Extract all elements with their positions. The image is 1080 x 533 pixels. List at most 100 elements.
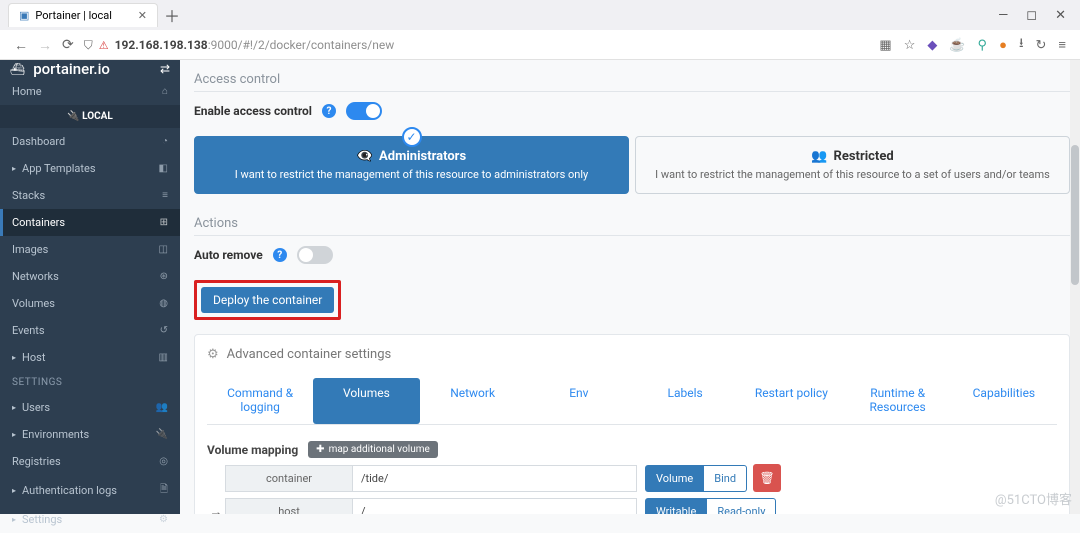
sidebar-item-environments[interactable]: ▸Environments🔌 — [0, 421, 180, 448]
mount-type-toggle: Volume Bind — [645, 465, 747, 492]
tab-volumes[interactable]: Volumes — [313, 378, 419, 424]
stack-icon: ≡ — [162, 190, 168, 201]
ext3-icon[interactable]: ⚲ — [978, 38, 988, 53]
tab-network[interactable]: Network — [420, 378, 526, 424]
gauge-icon: ◔ — [162, 136, 168, 147]
pill-readonly[interactable]: Read-only — [707, 498, 776, 514]
sidebar-item-volumes[interactable]: Volumes◍ — [0, 290, 180, 317]
reload-button[interactable]: ⟳ — [62, 37, 74, 53]
advanced-settings: ⚙ Advanced container settings Command & … — [194, 334, 1070, 514]
plug-icon: 🔌 — [67, 111, 79, 122]
tab-restart-policy[interactable]: Restart policy — [738, 378, 844, 424]
deploy-button[interactable]: Deploy the container — [201, 287, 334, 313]
network-icon: ⊛ — [160, 271, 168, 282]
qr-icon[interactable]: ▦ — [879, 38, 891, 53]
sidebar-item-auth-logs[interactable]: ▸Authentication logs🗎 — [0, 475, 180, 506]
back-button[interactable]: ← — [14, 37, 28, 54]
gear-icon: ⚙ — [159, 514, 168, 525]
url-bar[interactable]: ⛉ ⚠ 192.168.198.138:9000/#!/2/docker/con… — [84, 38, 870, 53]
sidebar-item-home[interactable]: Home⌂ — [0, 78, 180, 105]
sidebar-item-app-templates[interactable]: ▸App Templates◧ — [0, 155, 180, 182]
sidebar-item-host[interactable]: ▸Host▥ — [0, 344, 180, 371]
ext4-icon[interactable]: ● — [999, 37, 1007, 53]
close-icon[interactable]: ✕ — [138, 9, 147, 22]
history-icon[interactable]: ↻ — [1036, 38, 1047, 53]
sidebar-group-local[interactable]: 🔌 LOCAL — [0, 105, 180, 128]
browser-chrome: ▣ Portainer | local ✕ ＋ — ◻ ✕ ← → ⟳ ⛉ ⚠ … — [0, 0, 1080, 60]
mapping-row-host: → host Writable Read-only — [207, 498, 1057, 514]
ext1-icon[interactable]: ◆ — [927, 38, 937, 53]
sidebar-item-users[interactable]: ▸Users👥 — [0, 394, 180, 421]
host-icon: ▥ — [159, 352, 168, 363]
sidebar-item-dashboard[interactable]: Dashboard◔ — [0, 128, 180, 155]
auto-remove-label: Auto remove — [194, 248, 263, 262]
trash-icon: 🗑 — [759, 471, 774, 485]
sidebar-item-networks[interactable]: Networks⊛ — [0, 263, 180, 290]
sidebar-item-images[interactable]: Images◫ — [0, 236, 180, 263]
host-path-input[interactable] — [353, 498, 637, 514]
enable-access-label: Enable access control — [194, 104, 312, 118]
volume-mapping-label: Volume mapping — [207, 443, 298, 457]
download-icon[interactable]: ⭳ — [1019, 34, 1024, 56]
menu-icon[interactable]: ≡ — [1058, 37, 1066, 53]
template-icon: ◧ — [159, 163, 168, 174]
eye-slash-icon: 👁‍🗨 — [357, 149, 373, 164]
app: ⛴ portainer.io ⇄ Home⌂ 🔌 LOCAL Dashboard… — [0, 60, 1080, 514]
logo-text: portainer.io — [33, 60, 110, 78]
plug-icon: 🔌 — [156, 429, 168, 440]
card-restricted[interactable]: 👥Restricted I want to restrict the manag… — [635, 136, 1070, 194]
tab-title: Portainer | local — [35, 9, 112, 22]
window-controls: — ◻ ✕ — [998, 8, 1080, 23]
container-path-label: container — [225, 465, 353, 492]
auto-remove-toggle[interactable] — [297, 246, 333, 264]
ext2-icon[interactable]: ☕ — [949, 38, 965, 53]
sidebar-item-containers[interactable]: Containers⊞ — [0, 209, 180, 236]
sidebar-item-registries[interactable]: Registries◎ — [0, 448, 180, 475]
close-button[interactable]: ✕ — [1055, 8, 1066, 23]
insecure-icon: ⚠ — [99, 39, 109, 52]
container-path-input[interactable] — [353, 465, 637, 492]
users-icon: 👥 — [811, 149, 827, 164]
mapping-row-container: container Volume Bind 🗑 — [207, 464, 1057, 492]
delete-mapping-button[interactable]: 🗑 — [753, 464, 781, 492]
sidebar-item-stacks[interactable]: Stacks≡ — [0, 182, 180, 209]
tab-capabilities[interactable]: Capabilities — [951, 378, 1057, 424]
sidebar-item-settings[interactable]: ▸Settings⚙ — [0, 506, 180, 533]
users-icon: 👥 — [156, 402, 168, 413]
new-tab-button[interactable]: ＋ — [164, 3, 180, 27]
event-icon: ↺ — [160, 325, 168, 336]
plus-icon: ✚ — [316, 444, 324, 455]
collapse-icon[interactable]: ⇄ — [160, 62, 170, 76]
pill-writable[interactable]: Writable — [645, 498, 707, 514]
forward-button[interactable]: → — [38, 37, 52, 54]
tab-command-logging[interactable]: Command & logging — [207, 378, 313, 424]
card-administrators[interactable]: ✓ 👁‍🗨Administrators I want to restrict t… — [194, 136, 629, 194]
tab-env[interactable]: Env — [526, 378, 632, 424]
maximize-button[interactable]: ◻ — [1026, 8, 1037, 23]
enable-access-toggle[interactable] — [346, 102, 382, 120]
logo-row: ⛴ portainer.io ⇄ — [0, 60, 180, 78]
tab-labels[interactable]: Labels — [632, 378, 738, 424]
help-icon[interactable]: ? — [273, 248, 287, 262]
pill-bind[interactable]: Bind — [704, 465, 747, 492]
volume-icon: ◍ — [159, 298, 168, 309]
minimize-button[interactable]: — — [998, 8, 1008, 23]
add-volume-button[interactable]: ✚map additional volume — [308, 441, 438, 458]
scrollbar[interactable] — [1070, 60, 1080, 514]
help-icon[interactable]: ? — [322, 104, 336, 118]
host-path-label: host — [225, 498, 353, 514]
browser-tab[interactable]: ▣ Portainer | local ✕ — [8, 3, 158, 27]
section-actions: Actions — [194, 212, 1070, 236]
chevron-right-icon: ▸ — [12, 353, 16, 362]
url-text: 192.168.198.138:9000/#!/2/docker/contain… — [115, 38, 395, 52]
chevron-right-icon: ▸ — [12, 430, 16, 439]
pill-volume[interactable]: Volume — [645, 465, 704, 492]
tab-runtime-resources[interactable]: Runtime & Resources — [845, 378, 951, 424]
access-cards: ✓ 👁‍🗨Administrators I want to restrict t… — [194, 136, 1070, 194]
enable-access-row: Enable access control ? — [194, 102, 1070, 120]
bookmark-icon[interactable]: ☆ — [904, 38, 916, 53]
chevron-right-icon: ▸ — [12, 486, 16, 495]
sidebar-settings-header: SETTINGS — [0, 371, 180, 394]
sidebar-item-events[interactable]: Events↺ — [0, 317, 180, 344]
deploy-highlight: Deploy the container — [194, 280, 341, 320]
